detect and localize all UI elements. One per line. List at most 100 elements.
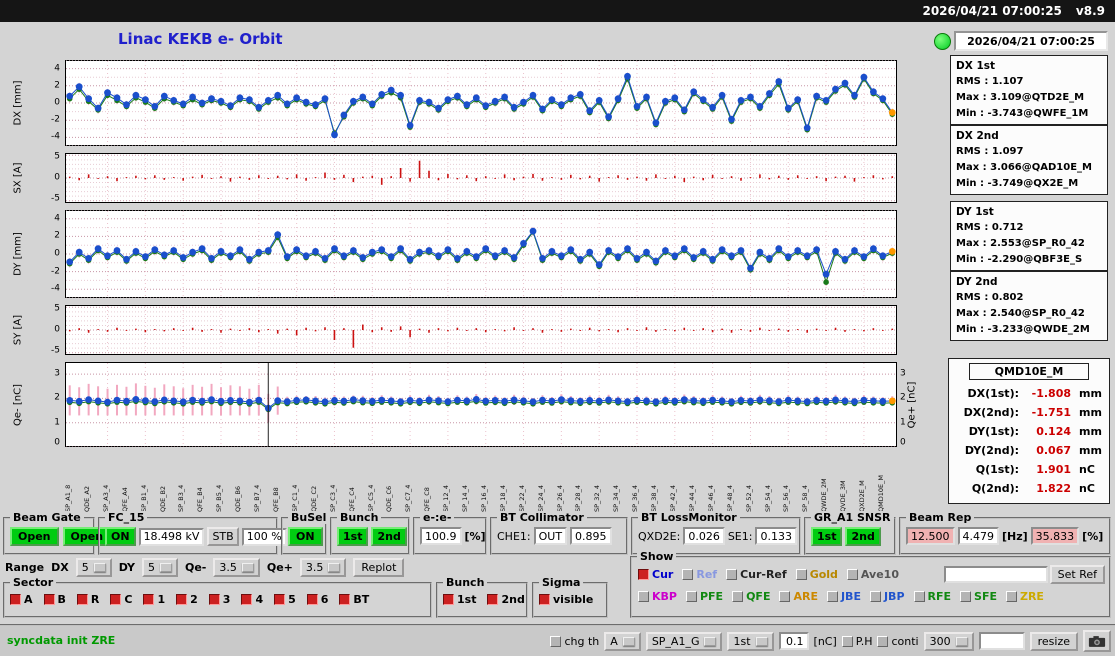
show-region-checkbox-JBE[interactable] <box>826 591 838 602</box>
range-qe-plus-value: 3.5 <box>305 561 324 574</box>
sector-checkbox-3[interactable] <box>208 594 220 605</box>
range-dy-select[interactable]: 5 <box>141 558 178 577</box>
sector-checkbox-6[interactable] <box>306 594 318 605</box>
ph-checkbox[interactable] <box>841 635 853 647</box>
fc15-on-button[interactable]: ON <box>105 527 136 546</box>
bpm-axis-label: SP_44_4 <box>688 485 696 512</box>
stats-dy-2nd: DY 2nd RMS : 0.802 Max : 2.540@SP_R0_42 … <box>950 271 1108 341</box>
show-region-label: ZRE <box>1019 590 1044 603</box>
stats-min: Min : -2.290@QBF3E_S <box>956 254 1083 265</box>
bpm-value-unit: mm <box>1079 444 1102 457</box>
bunch-1st-button[interactable]: 1st <box>337 527 369 546</box>
show-region-checkbox-JBP[interactable] <box>869 591 881 602</box>
fc15-voltage-value: 18.498 kV <box>138 527 205 546</box>
show-title: Show <box>637 550 677 563</box>
range-dy-value: 5 <box>147 561 155 574</box>
snsr-2nd-button[interactable]: 2nd <box>845 527 881 546</box>
ref-name-input[interactable] <box>943 566 1048 583</box>
show-region-checkbox-RFE[interactable] <box>913 591 925 602</box>
bpm-axis-label: QVDE_3M <box>840 480 848 512</box>
range-dx-select[interactable]: 5 <box>75 558 112 577</box>
dropdown-arrow-icon <box>93 563 106 572</box>
sector-item: 2 <box>176 593 198 606</box>
show-checkbox-Ave10[interactable] <box>846 569 858 580</box>
range-qe-plus-select[interactable]: 3.5 <box>299 558 347 577</box>
sy-axis-ticks: 5 0 -5 <box>51 303 60 356</box>
show-region-label: QFE <box>746 590 771 603</box>
show-series-row: Cur Ref Cur-Ref Gold Ave10 Set Ref <box>638 565 1105 584</box>
screenshot-button[interactable] <box>1083 630 1111 652</box>
show-region-checkbox-PFE[interactable] <box>685 591 697 602</box>
bpm-axis-label: QDE_A2 <box>83 485 91 512</box>
show-region-item: KBP <box>638 590 677 603</box>
bunch-checkbox-2nd[interactable] <box>487 594 499 605</box>
conti-checkbox[interactable] <box>877 635 889 647</box>
sector-checkbox-1[interactable] <box>143 594 155 605</box>
selected-bpm-name: QMD10E_M <box>969 363 1089 380</box>
show-region-checkbox-KBP[interactable] <box>638 591 649 602</box>
range-toolbar: Range DX 5 DY 5 Qe- 3.5 Qe+ 3.5 Replot <box>5 558 405 577</box>
dy-orbit-plot[interactable] <box>65 210 897 298</box>
beam-rep-pct-unit: [%] <box>1082 529 1104 543</box>
dx-axis-label: DX [mm] <box>12 80 24 126</box>
beam-rep-hz-unit: [Hz] <box>1002 529 1028 543</box>
stats-min: Min : -3.233@QWDE_2M <box>956 324 1090 335</box>
range-dx-label: DX <box>51 561 69 574</box>
show-region-checkbox-QFE[interactable] <box>732 591 744 602</box>
sector-checkbox-C[interactable] <box>110 594 122 605</box>
sx-steering-plot[interactable] <box>65 153 897 203</box>
charge-plot[interactable] <box>65 362 897 447</box>
show-checkbox-Cur[interactable] <box>638 569 649 580</box>
sx-steering-chart-row: SX [A] 5 0 -5 <box>0 152 920 204</box>
sector-checkbox-B[interactable] <box>43 594 55 605</box>
sy-steering-plot[interactable] <box>65 305 897 355</box>
ee-ratio-title: e-:e- <box>420 511 455 524</box>
dx-axis-ticks: 4 2 0 -2 -4 <box>51 63 60 142</box>
bpm-axis-label: SP_32_4 <box>594 485 602 512</box>
sector-checkbox-4[interactable] <box>241 594 253 605</box>
bunch-checkbox-1st[interactable] <box>443 594 454 605</box>
replot-button[interactable]: Replot <box>353 558 405 577</box>
busel-on-button[interactable]: ON <box>288 527 323 546</box>
sigma-visible-checkbox[interactable] <box>539 594 550 605</box>
show-checkbox-Cur-Ref[interactable] <box>726 569 738 580</box>
set-ref-button[interactable]: Set Ref <box>1049 565 1105 584</box>
charge-axis-ticks-right: 3210 <box>900 368 906 448</box>
snsr-1st-button[interactable]: 1st <box>811 527 843 546</box>
bt-collimator-group: BT Collimator CHE1: OUT 0.895 <box>490 511 628 555</box>
bpm-select[interactable]: SP_A1_G <box>645 631 723 651</box>
beam-rep-title: Beam Rep <box>906 511 975 524</box>
bpm-axis-label: SP_C1_4 <box>291 484 299 512</box>
show-checkbox-Gold[interactable] <box>795 569 807 580</box>
fc15-stb-button[interactable]: STB <box>207 527 239 546</box>
resize-button[interactable]: resize <box>1029 631 1078 651</box>
show-region-checkbox-ARE[interactable] <box>779 591 791 602</box>
show-checkbox-Ref[interactable] <box>682 569 694 580</box>
qxd2e-label: QXD2E: <box>638 529 681 543</box>
show-region-checkbox-SFE[interactable] <box>960 591 972 602</box>
show-region-checkbox-ZRE[interactable] <box>1005 591 1017 602</box>
beam-rep-aux-value: 4.479 <box>957 527 999 545</box>
chg-th-checkbox[interactable] <box>550 635 562 647</box>
bpm-value-label: DX(2nd): <box>963 406 1019 419</box>
sector-checkbox-5[interactable] <box>274 594 286 605</box>
sector-checkbox-A[interactable] <box>10 594 21 605</box>
dx-orbit-plot[interactable] <box>65 60 897 146</box>
bpm-axis-label: SP_38_4 <box>651 485 659 512</box>
bpm-value-row: DX(2nd): -1.751 mm <box>953 403 1105 422</box>
sector-checkbox-BT[interactable] <box>339 594 351 605</box>
bpm-axis-label: QWDE_2M <box>821 478 829 512</box>
che1-state-value: OUT <box>533 527 568 545</box>
interval-select[interactable]: 300 <box>923 631 974 651</box>
count-input[interactable] <box>978 632 1025 650</box>
bunch-2nd-button[interactable]: 2nd <box>371 527 407 546</box>
bunch-select[interactable]: 1st <box>727 631 774 651</box>
sector-checkbox-2[interactable] <box>176 594 188 605</box>
beam-gate-open-1-button[interactable]: Open <box>10 527 59 546</box>
sector-label: R <box>90 593 100 606</box>
beam-rep-rate-value: 12.500 <box>906 527 955 545</box>
sector-checkbox-R[interactable] <box>76 594 88 605</box>
show-region-item: SFE <box>960 590 997 603</box>
sector-a-select[interactable]: A <box>604 631 641 651</box>
range-qe-minus-select[interactable]: 3.5 <box>213 558 260 577</box>
